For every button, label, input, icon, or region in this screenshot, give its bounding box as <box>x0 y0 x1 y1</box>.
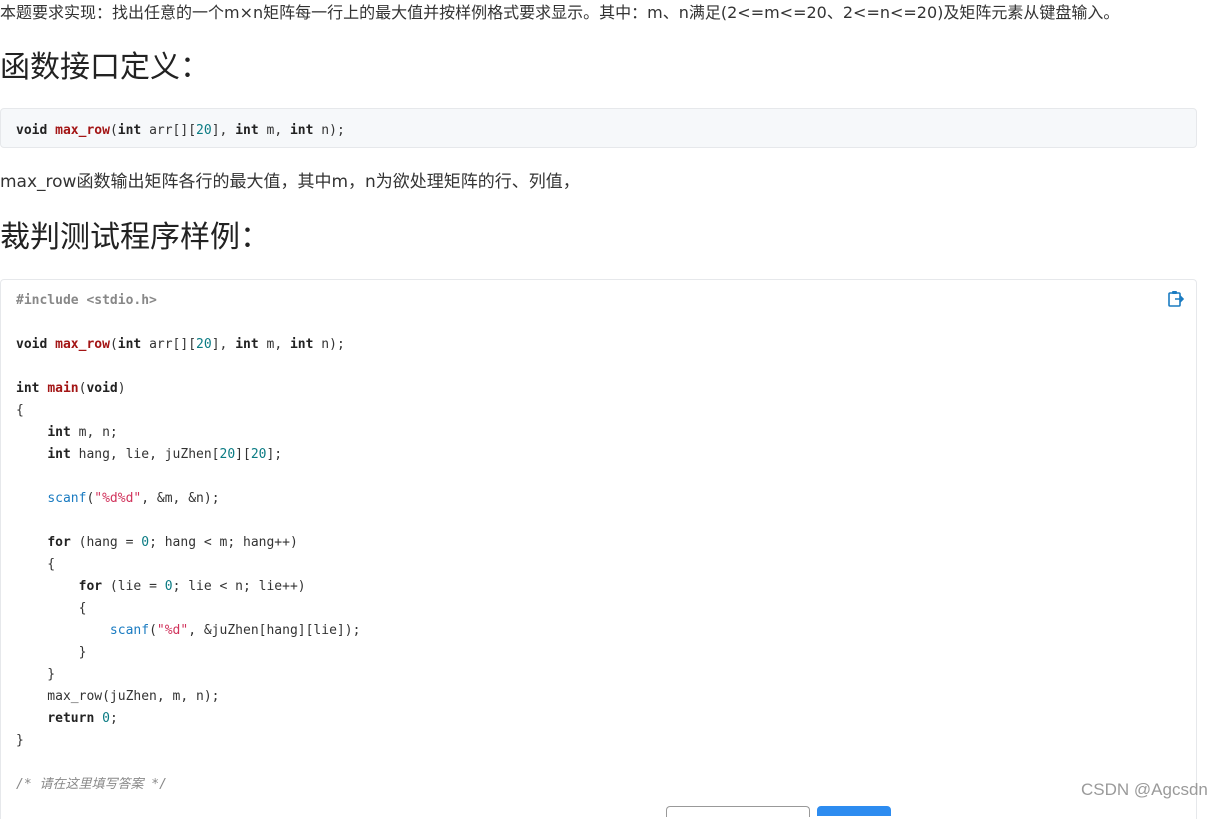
code-line: } <box>16 667 56 682</box>
function-description: max_row函数输出矩阵各行的最大值，其中m，n为欲处理矩阵的行、列值， <box>0 172 580 192</box>
code-token: scanf <box>47 491 87 506</box>
code-token: 20 <box>196 123 212 138</box>
code-line: scanf("%d%d", &m, &n); <box>16 488 1181 510</box>
code-token: ( <box>149 623 157 638</box>
copy-icon <box>1168 291 1185 307</box>
code-token: int <box>117 337 142 352</box>
code-token: int <box>16 381 40 396</box>
code-token: ], <box>211 123 236 138</box>
code-line: int hang, lie, juZhen[20][20]; <box>16 444 1181 466</box>
code-token: int <box>235 337 259 352</box>
code-token: hang, lie, juZhen[ <box>70 447 220 462</box>
code-token: int <box>117 123 142 138</box>
code-token: #include <stdio.h> <box>16 293 157 308</box>
heading-sample: 裁判测试程序样例： <box>0 220 270 255</box>
code-token: max_row <box>55 123 110 138</box>
code-token: int <box>289 123 314 138</box>
code-token: 20 <box>196 337 212 352</box>
code-token: for <box>78 579 103 594</box>
code-token: 20 <box>219 447 236 462</box>
heading-interface: 函数接口定义： <box>0 50 210 85</box>
code-line: } <box>16 733 24 748</box>
code-line: void max_row(int arr[][20], int m, int n… <box>16 334 1181 356</box>
code-line: max_row(juZhen, m, n); <box>16 689 220 704</box>
code-token: int <box>47 425 71 440</box>
code-line: scanf("%d", &juZhen[hang][lie]); <box>16 620 1181 642</box>
code-token: ; <box>109 711 118 726</box>
code-comment: /* 请在这里填写答案 */ <box>16 777 167 792</box>
code-token: ]; <box>266 447 283 462</box>
problem-statement: 本题要求实现：找出任意的一个m×n矩阵每一行上的最大值并按样例格式要求显示。其中… <box>0 3 1120 22</box>
code-line: { <box>16 557 56 572</box>
code-token: (lie = <box>102 579 165 594</box>
code-line: for (hang = 0; hang < m; hang++) <box>16 532 1181 554</box>
code-line: /* 请在这里填写答案 */ <box>16 774 1181 796</box>
code-token: void <box>16 123 48 138</box>
code-token: ) <box>117 381 126 396</box>
code-line: int m, n; <box>16 422 1181 444</box>
code-token: scanf <box>109 623 150 638</box>
code-token: ( <box>109 123 118 138</box>
code-token: arr[][ <box>141 337 197 352</box>
code-token: 20 <box>250 447 267 462</box>
code-line: } <box>16 645 87 660</box>
code-token: 0 <box>141 535 150 550</box>
code-token: ; hang < m; hang++) <box>149 535 298 550</box>
code-token: int <box>289 337 314 352</box>
signature-line: void max_row(int arr[][20], int m, int n… <box>16 120 1181 142</box>
code-token: return <box>47 711 95 726</box>
code-token: void <box>86 381 118 396</box>
code-token: max_row <box>55 337 110 352</box>
code-token: ][ <box>235 447 251 462</box>
code-token: main <box>47 381 79 396</box>
code-token: m, <box>258 337 290 352</box>
code-line: int main(void) <box>16 378 1181 400</box>
code-token: int <box>235 123 259 138</box>
code-token: for <box>47 535 71 550</box>
code-line: #include <stdio.h> <box>16 290 1181 312</box>
code-token: m, <box>258 123 290 138</box>
code-token: ], <box>211 337 236 352</box>
code-token: ; lie < n; lie++) <box>172 579 306 594</box>
code-token: , &m, &n); <box>141 491 220 506</box>
code-token: ( <box>109 337 118 352</box>
signature-code-block: void max_row(int arr[][20], int m, int n… <box>0 108 1197 148</box>
code-token: m, n; <box>70 425 118 440</box>
code-line: { <box>16 601 87 616</box>
code-token: int <box>47 447 71 462</box>
sample-code-block: #include <stdio.h> void max_row(int arr[… <box>0 279 1197 819</box>
code-token: (hang = <box>70 535 142 550</box>
code-token: void <box>16 337 48 352</box>
code-line: { <box>16 403 24 418</box>
code-line: for (lie = 0; lie < n; lie++) <box>16 576 1181 598</box>
code-token: "%d%d" <box>94 491 142 506</box>
primary-button[interactable] <box>817 806 891 816</box>
code-token: , &juZhen[hang][lie]); <box>188 623 361 638</box>
code-token: 0 <box>102 711 110 726</box>
code-line: return 0; <box>16 708 1181 730</box>
code-token: "%d" <box>156 623 189 638</box>
copy-code-button[interactable] <box>1166 289 1186 309</box>
code-token: n); <box>313 123 345 138</box>
code-token: n); <box>313 337 345 352</box>
code-token: arr[][ <box>141 123 197 138</box>
watermark: CSDN @Agcsdn <box>1081 780 1208 799</box>
code-token: 0 <box>164 579 173 594</box>
